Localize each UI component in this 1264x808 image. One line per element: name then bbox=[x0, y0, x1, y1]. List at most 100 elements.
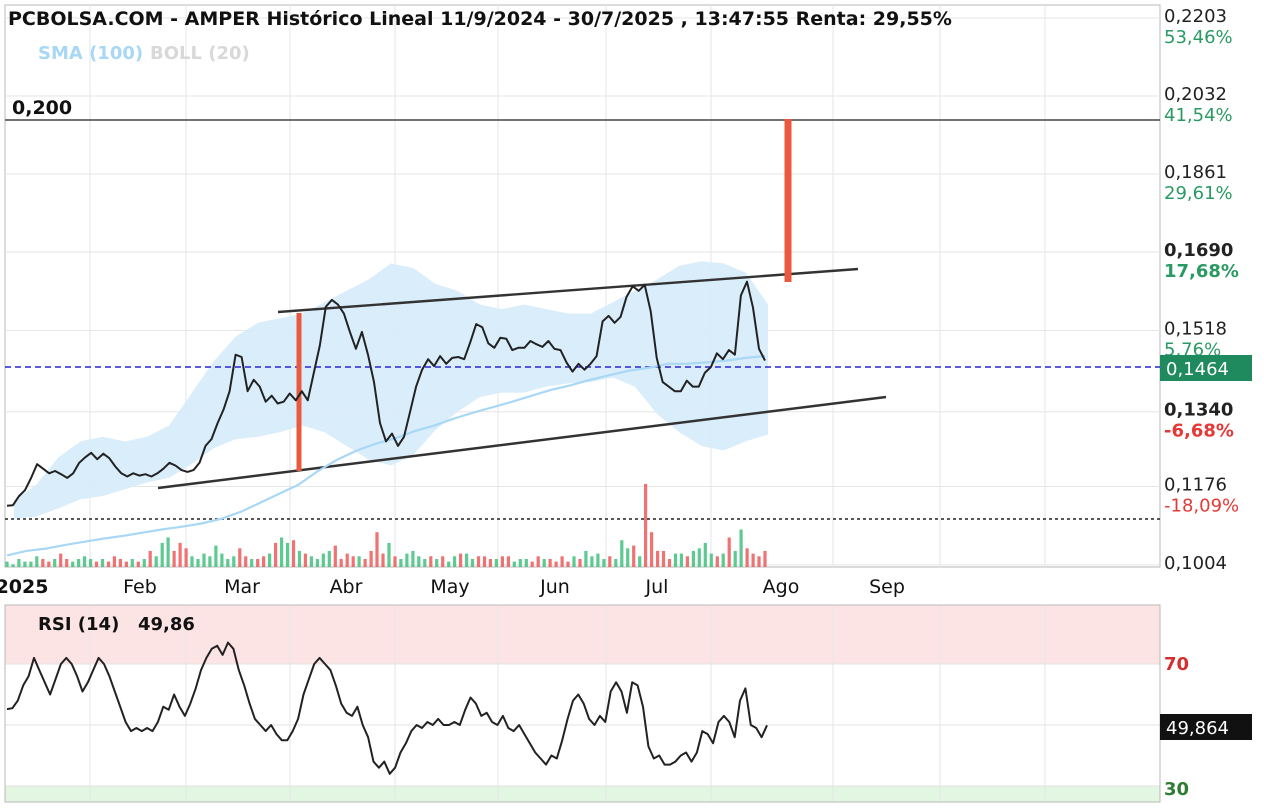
volume-bar bbox=[124, 561, 128, 567]
y-tick-label: 0,1690 bbox=[1164, 240, 1233, 261]
volume-bar bbox=[733, 550, 737, 567]
volume-bar bbox=[405, 553, 409, 567]
volume-bar bbox=[470, 559, 475, 567]
volume-bar bbox=[130, 559, 134, 567]
volume-bar bbox=[578, 559, 582, 567]
volume-bar bbox=[363, 559, 367, 567]
x-tick-label: Feb bbox=[123, 576, 157, 598]
volume-bar bbox=[196, 559, 200, 567]
volume-bar bbox=[638, 556, 642, 567]
volume-bar bbox=[632, 545, 636, 567]
volume-bar bbox=[357, 556, 361, 567]
volume-bar bbox=[381, 553, 385, 567]
volume-bar bbox=[321, 553, 325, 567]
volume-bar bbox=[142, 559, 146, 567]
volume-bar bbox=[673, 553, 678, 567]
volume-bar bbox=[703, 542, 707, 567]
volume-bar bbox=[238, 548, 242, 567]
x-tick-label: Sep bbox=[869, 576, 905, 598]
y-tick-label: 0,2203 bbox=[1164, 6, 1227, 27]
volume-bar bbox=[154, 556, 158, 567]
volume-bar bbox=[572, 556, 576, 567]
volume-bar bbox=[89, 559, 93, 567]
volume-bar bbox=[262, 556, 266, 567]
volume-bar bbox=[351, 556, 355, 567]
y-tick-label: 0,1176 bbox=[1164, 475, 1227, 496]
volume-bar bbox=[339, 559, 343, 567]
volume-bar bbox=[614, 559, 618, 567]
volume-bar bbox=[280, 537, 284, 567]
volume-bar bbox=[100, 559, 105, 567]
volume-bar bbox=[548, 559, 552, 567]
y-tick-pct-label: -18,09% bbox=[1164, 496, 1239, 517]
x-tick-label: Ago bbox=[763, 576, 800, 598]
x-tick-label: Jul bbox=[645, 576, 669, 598]
volume-bar bbox=[608, 556, 612, 567]
x-tick-label: Mar bbox=[224, 576, 260, 598]
price-axis: 0,220353,46% 0,203241,54% 0,186129,61% 0,16… bbox=[1164, 6, 1239, 574]
volume-bar bbox=[465, 553, 469, 567]
volume-bar bbox=[297, 550, 302, 567]
volume-bar bbox=[644, 484, 648, 567]
volume-bar bbox=[411, 550, 415, 567]
volume-bar bbox=[423, 559, 427, 567]
volume-bar bbox=[53, 559, 57, 567]
volume-bar bbox=[23, 561, 27, 567]
volume-bar bbox=[327, 550, 331, 567]
volume-bar bbox=[226, 559, 230, 567]
rsi-title: RSI (14) bbox=[38, 614, 119, 635]
x-tick-label: May bbox=[430, 576, 469, 598]
volume-bar bbox=[214, 545, 218, 567]
volume-bar bbox=[172, 550, 176, 567]
x-tick-label: 2025 bbox=[0, 576, 48, 598]
volume-bar bbox=[94, 561, 99, 567]
volume-bar bbox=[697, 548, 701, 567]
volume-bar bbox=[59, 553, 63, 567]
volume-bar bbox=[709, 553, 713, 567]
sma-indicator-label: SMA (100) bbox=[38, 43, 143, 64]
y-tick-pct-label: 53,46% bbox=[1164, 27, 1233, 48]
volume-bar bbox=[369, 550, 373, 567]
volume-bar bbox=[536, 556, 540, 567]
volume-bar bbox=[148, 550, 152, 567]
volume-bar bbox=[11, 564, 15, 567]
volume-bar bbox=[184, 548, 188, 567]
volume-bar bbox=[5, 561, 9, 567]
volume-bar bbox=[190, 556, 194, 567]
volume-bar bbox=[590, 556, 594, 567]
volume-bar bbox=[71, 561, 75, 567]
volume-bar bbox=[65, 559, 69, 567]
volume-bar bbox=[77, 559, 81, 567]
volume-bar bbox=[584, 550, 588, 567]
volume-bar bbox=[256, 559, 260, 567]
x-tick-label: Abr bbox=[330, 576, 363, 598]
volume-bar bbox=[47, 561, 51, 567]
volume-bar bbox=[494, 559, 498, 567]
volume-bar bbox=[596, 553, 600, 567]
volume-bar bbox=[166, 537, 170, 567]
rsi-value: 49,86 bbox=[138, 614, 195, 635]
y-tick-label: 0,2032 bbox=[1164, 84, 1227, 105]
volume-bar bbox=[178, 542, 182, 567]
y-tick-pct-label: 41,54% bbox=[1164, 105, 1233, 126]
volume-bar bbox=[250, 559, 254, 567]
volume-bar bbox=[17, 559, 21, 567]
volume-bar bbox=[667, 559, 672, 567]
volume-bar bbox=[506, 556, 510, 567]
volume-bar bbox=[285, 542, 290, 567]
y-tick-pct-label: 29,61% bbox=[1164, 183, 1233, 204]
volume-bar bbox=[417, 556, 421, 567]
month-axis: 2025 Feb Mar Abr May Jun Jul Ago Sep bbox=[0, 576, 905, 598]
rsi-oversold-zone bbox=[5, 786, 1160, 802]
y-tick-label: 0,1861 bbox=[1164, 162, 1227, 183]
volume-bar bbox=[691, 550, 695, 567]
volume-bar bbox=[429, 556, 433, 567]
volume-bar bbox=[291, 540, 296, 567]
volume-bar bbox=[393, 556, 397, 567]
level-line-label: 0,200 bbox=[12, 97, 72, 119]
y-tick-label: 0,1004 bbox=[1164, 553, 1227, 574]
volume-bar bbox=[268, 553, 272, 567]
volume-bar bbox=[160, 542, 164, 567]
stock-chart: PCBOLSA.COM - AMPER Histórico Lineal 11/… bbox=[0, 4, 1252, 803]
volume-bar bbox=[763, 550, 767, 567]
